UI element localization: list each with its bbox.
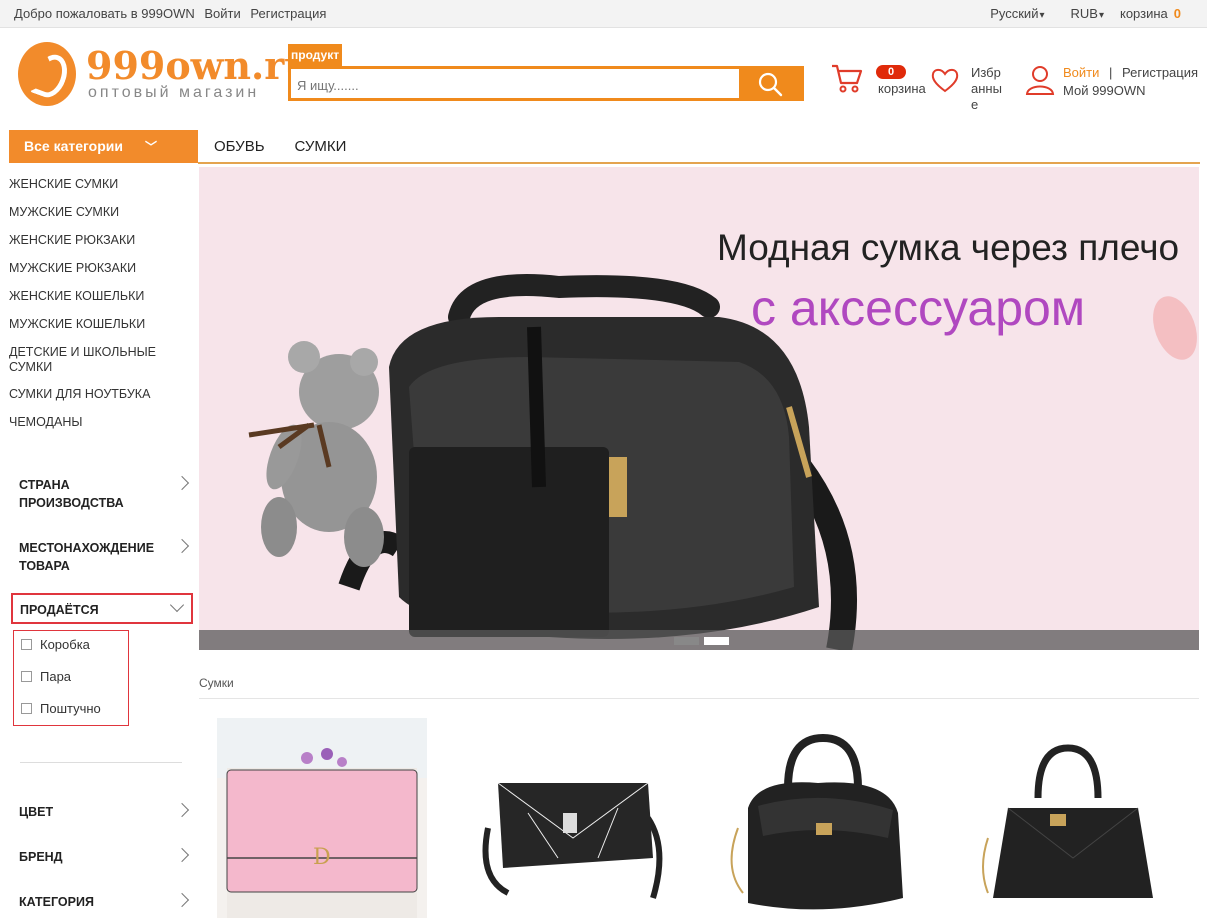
filter-sold[interactable]: ПРОДАЁТСЯ (11, 593, 193, 624)
product-image: D (217, 718, 427, 918)
product-image (982, 744, 1153, 898)
sold-option-label: Коробка (40, 637, 90, 652)
banner-dot-active[interactable] (704, 637, 729, 645)
filter-divider (20, 762, 182, 763)
nav-link-bags[interactable]: СУМКИ (295, 138, 347, 155)
currency-select[interactable]: RUB (1071, 6, 1104, 21)
sold-option-label: Пара (40, 669, 72, 684)
checkbox[interactable] (21, 671, 32, 682)
chevron-down-icon (169, 597, 185, 613)
checkbox[interactable] (21, 639, 32, 650)
chevron-right-icon (174, 538, 190, 554)
banner-subheadline: с аксессуаром (751, 280, 1086, 336)
search-icon (758, 72, 783, 96)
header-register-link[interactable]: Регистрация (1122, 65, 1198, 80)
top-login-link[interactable]: Войти (204, 6, 240, 21)
sold-option-pair[interactable]: Пара (21, 669, 71, 684)
breadcrumb[interactable]: Сумки (199, 676, 234, 690)
site-logo[interactable]: 999own.ru оптовый магазин (18, 42, 312, 112)
sold-option-single[interactable]: Поштучно (21, 701, 101, 716)
checkbox[interactable] (21, 703, 32, 714)
banner-dot[interactable] (674, 637, 699, 645)
petal-decoration (1144, 290, 1199, 366)
sold-option-box[interactable]: Коробка (21, 637, 90, 652)
logo-tagline: оптовый магазин (88, 84, 260, 101)
filter-color-label: ЦВЕТ (19, 805, 54, 819)
welcome-text: Добро пожаловать в 999OWN (14, 6, 195, 21)
category-item[interactable]: ЧЕМОДАНЫ (9, 414, 189, 442)
svg-text:D: D (313, 845, 331, 870)
nav-divider (198, 162, 1200, 164)
cart-label[interactable]: корзина (878, 81, 926, 96)
top-cart-link[interactable]: корзина 0 (1120, 6, 1181, 21)
header-login-link[interactable]: Войти (1063, 65, 1099, 80)
sold-options: Коробка Пара Поштучно (13, 630, 129, 726)
sold-option-label: Поштучно (40, 701, 101, 716)
top-register-link[interactable]: Регистрация (250, 6, 326, 21)
category-item[interactable]: МУЖСКИЕ КОШЕЛЬКИ (9, 316, 189, 344)
filter-brand-label: БРЕНД (19, 850, 63, 864)
search-area: продукт (288, 44, 804, 102)
user-icon[interactable] (1025, 64, 1055, 96)
cart-count-badge: 0 (876, 65, 906, 79)
category-item[interactable]: ЖЕНСКИЕ РЮКЗАКИ (9, 232, 189, 260)
all-categories-button[interactable]: Все категории ﹀ (9, 130, 198, 163)
filter-category-label: КАТЕГОРИЯ (19, 895, 94, 909)
product-card[interactable] (718, 718, 928, 918)
category-item[interactable]: СУМКИ ДЛЯ НОУТБУКА (9, 386, 189, 414)
product-image (730, 733, 903, 910)
product-card[interactable]: D (217, 718, 427, 918)
my-account-link[interactable]: Мой 999OWN (1063, 82, 1198, 100)
filter-color[interactable]: ЦВЕТ (19, 802, 190, 821)
category-list: ЖЕНСКИЕ СУМКИ МУЖСКИЕ СУМКИ ЖЕНСКИЕ РЮКЗ… (9, 176, 189, 442)
all-categories-label: Все категории (24, 138, 123, 154)
link-divider: | (1109, 65, 1113, 80)
main-nav: ОБУВЬ СУМКИ (214, 138, 346, 155)
product-card[interactable] (468, 718, 678, 918)
filter-sold-label: ПРОДАЁТСЯ (20, 603, 99, 617)
filter-location[interactable]: МЕСТОНАХОЖДЕНИЕ ТОВАРА (19, 538, 190, 575)
filter-location-label: МЕСТОНАХОЖДЕНИЕ ТОВАРА (19, 541, 155, 573)
favorites-label[interactable]: Избранные (971, 65, 1007, 113)
filter-country-label: СТРАНА ПРОИЗВОДСТВА (19, 478, 124, 510)
top-cart-label: корзина (1119, 6, 1168, 21)
search-category-tag[interactable]: продукт (288, 44, 343, 66)
product-card[interactable] (968, 718, 1178, 918)
breadcrumb-divider (199, 698, 1199, 699)
product-image (482, 782, 663, 899)
category-item[interactable]: МУЖСКИЕ РЮКЗАКИ (9, 260, 189, 288)
heart-icon[interactable] (930, 66, 960, 94)
nav-link-shoes[interactable]: ОБУВЬ (214, 138, 265, 155)
banner-headline: Модная сумка через плечо (717, 227, 1180, 268)
category-item[interactable]: ЖЕНСКИЕ КОШЕЛЬКИ (9, 288, 189, 316)
top-cart-count: 0 (1173, 6, 1181, 21)
filter-category[interactable]: КАТЕГОРИЯ (19, 892, 190, 911)
banner-pagination (199, 630, 1199, 650)
logo-name: 999own.ru (86, 43, 312, 88)
search-button[interactable] (739, 69, 801, 98)
search-box (288, 66, 804, 101)
chevron-right-icon (174, 475, 190, 491)
category-item[interactable]: ЖЕНСКИЕ СУМКИ (9, 176, 189, 204)
logo-icon (18, 42, 76, 106)
category-item[interactable]: ДЕТСКИЕ И ШКОЛЬНЫЕ СУМКИ (9, 344, 189, 386)
search-input[interactable] (297, 73, 737, 97)
user-links: Войти | Регистрация Мой 999OWN (1063, 64, 1198, 100)
promo-banner[interactable]: Модная сумка через плечо с аксессуаром (199, 167, 1199, 650)
language-select[interactable]: Русский (990, 6, 1044, 21)
top-bar: Добро пожаловать в 999OWN Войти Регистра… (0, 0, 1207, 28)
cart-icon[interactable] (830, 62, 864, 94)
category-item[interactable]: МУЖСКИЕ СУМКИ (9, 204, 189, 232)
chevron-down-icon: ﹀ (145, 140, 158, 154)
filter-country[interactable]: СТРАНА ПРОИЗВОДСТВА (19, 475, 190, 512)
filter-brand[interactable]: БРЕНД (19, 847, 190, 866)
